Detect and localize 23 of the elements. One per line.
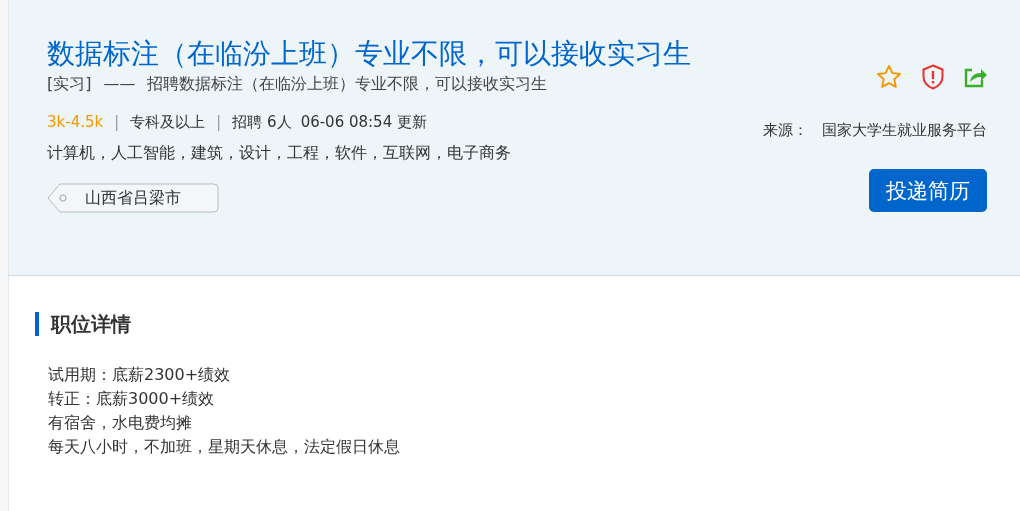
circle-icon <box>59 194 67 202</box>
job-type-tag: [实习] <box>47 74 92 95</box>
detail-line: 有宿舍，水电费均摊 <box>48 412 192 434</box>
job-meta: 招聘 6人 <box>232 113 292 132</box>
job-meta: 专科及以上 <box>130 113 206 132</box>
location-text: 山西省吕梁市 <box>85 187 181 209</box>
job-meta: 06-06 08:54 更新 <box>300 113 427 132</box>
warning-shield-icon[interactable] <box>921 64 945 90</box>
dash-separator: —— <box>103 74 136 95</box>
apply-button[interactable]: 投递简历 <box>869 169 987 212</box>
separator: | <box>114 113 120 132</box>
separator: | <box>216 113 222 132</box>
major-list: 计算机，人工智能，建筑，设计，工程，软件，互联网，电子商务 <box>47 143 691 164</box>
source-label: 来源： <box>763 121 808 140</box>
salary-range: 3k-4.5k <box>47 113 104 132</box>
detail-line: 转正：底薪3000+绩效 <box>48 388 215 410</box>
job-title: 数据标注（在临汾上班）专业不限，可以接收实习生 <box>47 36 691 72</box>
detail-line: 每天八小时，不加班，星期天休息，法定假日休息 <box>48 436 400 458</box>
detail-line: 试用期：底薪2300+绩效 <box>48 364 231 386</box>
job-subtitle: 招聘数据标注（在临汾上班）专业不限，可以接收实习生 <box>147 74 548 95</box>
star-icon[interactable] <box>875 63 903 91</box>
source-name: 国家大学生就业服务平台 <box>822 121 987 140</box>
section-heading: 职位详情 <box>35 312 1020 336</box>
